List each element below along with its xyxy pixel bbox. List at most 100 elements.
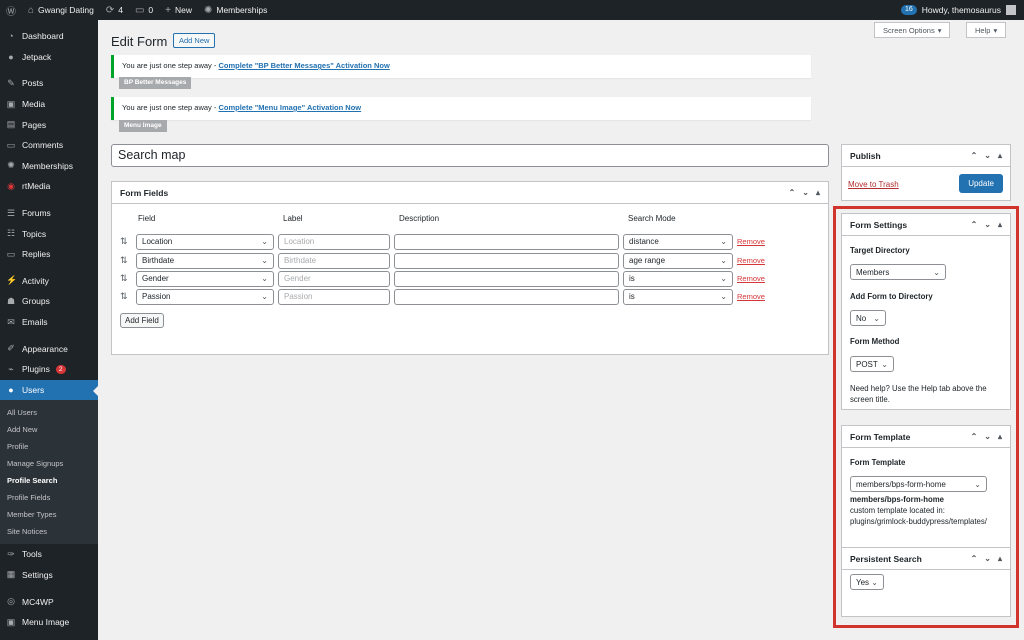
sidebar-item-mc4wp[interactable]: ◎ MC4WP: [0, 591, 98, 612]
submenu-manage-signups[interactable]: Manage Signups: [0, 455, 98, 472]
search-mode-select[interactable]: distance ⌄: [623, 233, 733, 250]
sidebar-item-label: Forums: [22, 208, 51, 219]
description-input[interactable]: [394, 252, 619, 269]
sidebar-item-users[interactable]: ● Users: [0, 379, 98, 401]
drag-handle-icon[interactable]: ⇅: [120, 291, 132, 302]
remove-link[interactable]: Remove: [737, 292, 765, 301]
drag-handle-icon[interactable]: ⇅: [120, 255, 132, 266]
comment-icon: ▭: [6, 139, 16, 150]
table-row: ⇅ Passion ⌄ Passion is ⌄ Remove: [120, 288, 765, 305]
table-row: ⇅ Birthdate ⌄ Birthdate age range ⌄ Remove: [120, 252, 765, 269]
select-value: is: [629, 274, 635, 283]
sidebar-item-jetpack[interactable]: ● Jetpack: [0, 47, 98, 68]
sidebar-item-tools[interactable]: ✑ Tools: [0, 544, 98, 565]
description-input[interactable]: [394, 233, 619, 250]
move-to-trash-link[interactable]: Move to Trash: [848, 180, 899, 189]
menu-image-button[interactable]: Menu Image: [119, 120, 167, 132]
collapse-icon[interactable]: ▴: [816, 188, 820, 197]
remove-link[interactable]: Remove: [737, 256, 765, 265]
submenu-all-users[interactable]: All Users: [0, 404, 98, 421]
site-name: Gwangi Dating: [38, 5, 94, 15]
field-select[interactable]: Location ⌄: [136, 233, 274, 250]
search-mode-select[interactable]: age range ⌄: [623, 252, 733, 269]
move-up-icon[interactable]: ⌃: [789, 188, 796, 197]
move-down-icon[interactable]: ⌄: [802, 188, 809, 197]
howdy-text[interactable]: Howdy, themosaurus: [922, 5, 1001, 15]
description-input[interactable]: [394, 270, 619, 287]
sidebar-item-label: Memberships: [22, 160, 74, 171]
sidebar-item-settings[interactable]: ▦ Settings: [0, 565, 98, 586]
submenu-profile-search[interactable]: Profile Search: [0, 472, 98, 489]
sidebar-item-appearance[interactable]: ✐ Appearance: [0, 338, 98, 359]
add-new-button[interactable]: Add New: [173, 33, 216, 48]
help-button[interactable]: Help ▾: [966, 22, 1007, 38]
sidebar-item-topics[interactable]: ☷ Topics: [0, 223, 98, 244]
label-input[interactable]: Birthdate: [278, 252, 390, 269]
remove-link[interactable]: Remove: [737, 237, 765, 246]
submenu-member-types[interactable]: Member Types: [0, 506, 98, 523]
sidebar-item-plugins[interactable]: ⌁ Plugins 2: [0, 359, 98, 380]
site-name-link[interactable]: ⌂ Gwangi Dating: [22, 0, 100, 20]
sidebar-item-menu-image[interactable]: ▣ Menu Image: [0, 612, 98, 633]
form-fields-header: Form Fields ⌃ ⌄ ▴: [112, 182, 828, 204]
avatar[interactable]: [1006, 5, 1016, 15]
sidebar-item-activity[interactable]: ⚡ Activity: [0, 271, 98, 292]
bp-better-messages-button[interactable]: BP Better Messages: [119, 77, 192, 89]
search-mode-select[interactable]: is ⌄: [623, 270, 733, 287]
sidebar-item-label: Appearance: [22, 343, 68, 354]
wp-logo-button[interactable]: Ⓦ: [0, 0, 22, 20]
move-up-icon[interactable]: ⌃: [971, 151, 978, 160]
label-input[interactable]: Location: [278, 233, 390, 250]
update-button[interactable]: Update: [959, 174, 1003, 193]
sidebar-item-forums[interactable]: ☰ Forums: [0, 203, 98, 224]
move-down-icon[interactable]: ⌄: [984, 151, 991, 160]
sidebar-item-label: Replies: [22, 249, 51, 260]
collapse-icon[interactable]: ▴: [998, 151, 1002, 160]
sidebar-item-label: Plugins: [22, 364, 50, 375]
sidebar-item-label: Groups: [22, 296, 50, 307]
drag-handle-icon[interactable]: ⇅: [120, 236, 132, 247]
memberships-link[interactable]: ✺ Memberships: [198, 0, 273, 20]
screen-options-button[interactable]: Screen Options ▾: [874, 22, 951, 38]
comments-link[interactable]: ▭ 0: [129, 0, 159, 20]
user-icon: ●: [8, 384, 14, 395]
sidebar-item-media[interactable]: ▣ Media: [0, 94, 98, 115]
activation-link[interactable]: Complete "BP Better Messages" Activation…: [218, 61, 389, 70]
form-title-input[interactable]: Search map: [111, 144, 829, 167]
caret-down-icon: ▾: [937, 25, 942, 35]
field-select[interactable]: Gender ⌄: [136, 270, 274, 287]
submenu-add-new[interactable]: Add New: [0, 421, 98, 438]
sidebar-item-groups[interactable]: ☗ Groups: [0, 291, 98, 312]
sidebar-item-posts[interactable]: ✎ Posts: [0, 73, 98, 94]
notifications-badge[interactable]: 16: [900, 5, 917, 15]
sidebar-item-pages[interactable]: ▤ Pages: [0, 114, 98, 135]
submenu-site-notices[interactable]: Site Notices: [0, 523, 98, 540]
page-title: Edit Form: [111, 34, 168, 49]
label-input[interactable]: Passion: [278, 288, 390, 305]
label-input[interactable]: Gender: [278, 270, 390, 287]
search-mode-select[interactable]: is ⌄: [623, 288, 733, 305]
sidebar-item-replies[interactable]: ▭ Replies: [0, 244, 98, 265]
sidebar-item-emails[interactable]: ✉ Emails: [0, 312, 98, 333]
sidebar-item-memberships[interactable]: ✺ Memberships: [0, 156, 98, 177]
new-content-link[interactable]: + New: [159, 0, 198, 20]
sidebar-item-rtmedia[interactable]: ◉ rtMedia: [0, 176, 98, 197]
publish-header: Publish ⌃ ⌄ ▴: [842, 145, 1010, 167]
activation-link[interactable]: Complete "Menu Image" Activation Now: [218, 103, 361, 112]
chevron-down-icon: ⌄: [261, 292, 268, 301]
updates-link[interactable]: ⟳ 4: [100, 0, 129, 20]
description-input[interactable]: [394, 288, 619, 305]
field-select[interactable]: Birthdate ⌄: [136, 252, 274, 269]
sidebar-item-comments[interactable]: ▭ Comments: [0, 135, 98, 156]
column-description: Description: [399, 214, 440, 223]
submenu-profile[interactable]: Profile: [0, 438, 98, 455]
sidebar-item-dashboard[interactable]: ◔ Dashboard: [0, 26, 98, 47]
add-field-button[interactable]: Add Field: [120, 313, 164, 328]
remove-link[interactable]: Remove: [737, 274, 765, 283]
image-icon: ▣: [6, 616, 16, 627]
field-select[interactable]: Passion ⌄: [136, 288, 274, 305]
sidebar-item-label: Topics: [22, 228, 47, 239]
drag-handle-icon[interactable]: ⇅: [120, 273, 132, 284]
submenu-profile-fields[interactable]: Profile Fields: [0, 489, 98, 506]
brush-icon: ✐: [7, 343, 15, 354]
